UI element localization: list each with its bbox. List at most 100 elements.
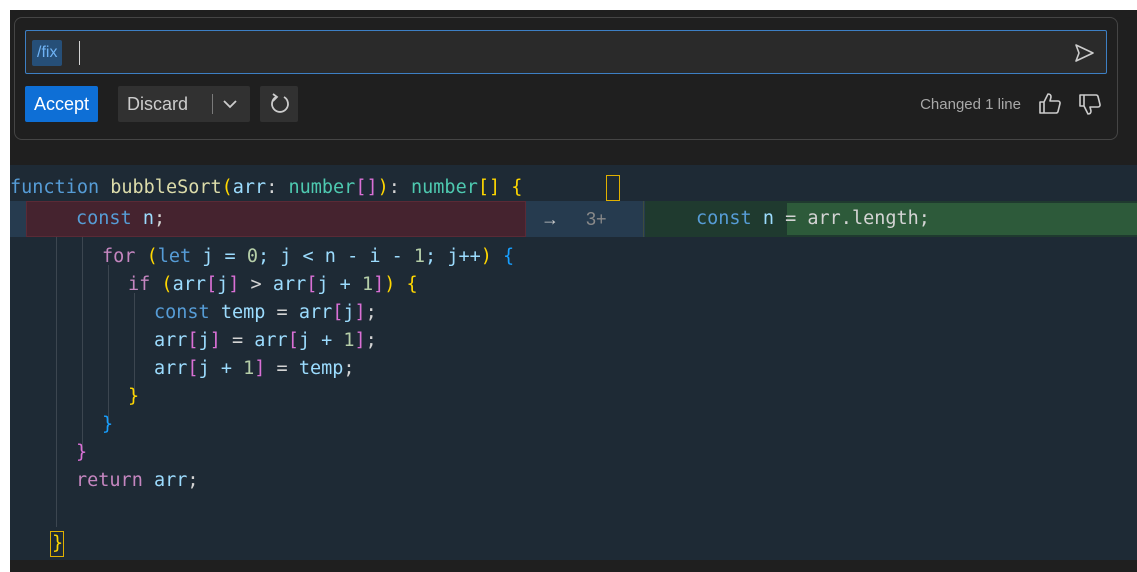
code-token: [ [306,274,318,295]
code-line: arr[j] = arr[j + 1]; [154,327,377,355]
code-token: { [406,274,418,295]
code-token: arr [153,470,188,491]
code-token: ; j++ [425,246,481,267]
code-token: ] [228,274,240,295]
code-token: } [52,533,64,554]
code-token: temp [298,358,344,379]
code-token: arr [272,274,307,295]
code-token: if [128,274,151,295]
code-token: ; [153,208,166,229]
code-token: ] [254,358,266,379]
code-token: { [511,177,523,198]
accept-button[interactable]: Accept [25,86,99,122]
code-token: = arr.length; [773,208,930,229]
code-token: ( [221,177,233,198]
code-line: } [102,411,113,439]
code-token: ] [354,330,366,351]
code-token: 1 [343,330,355,351]
code-token: : [266,177,289,198]
code-token: j + [298,330,344,351]
code-line: } [128,383,139,411]
code-token: j + [317,274,362,295]
discard-button[interactable]: Discard [127,86,188,122]
slash-command-chip[interactable]: /fix [32,40,63,66]
thumbs-down-icon[interactable] [1077,91,1103,117]
code-token: ; j < n - i - [257,246,414,267]
code-token: arr [154,330,188,351]
code-token: { [503,246,515,267]
code-token: bubbleSort [110,177,222,198]
code-token: for [102,246,136,267]
code-line: return arr; [76,467,199,495]
indent-guide [56,237,57,527]
code-token: [ [187,358,199,379]
code-line: } [52,530,63,558]
code-token: } [76,442,88,463]
code-token: const [696,208,752,229]
code-token: ) [480,246,492,267]
code-token: 1 [413,246,426,267]
code-token: ; [187,470,199,491]
code-token: } [102,414,114,435]
code-token: [ [187,330,199,351]
code-token: > [239,274,273,295]
code-token: [ [205,274,218,295]
code-line: function bubbleSort(arr: number[]): numb… [10,174,522,202]
code-token: j = [191,246,247,267]
code-token: 0 [246,246,258,267]
rerun-button[interactable] [260,86,298,122]
code-token: j [217,274,229,295]
indent-guide [108,265,109,427]
thumbs-up-icon[interactable] [1037,91,1063,117]
code-token: [] [355,177,378,198]
code-token: j + [198,358,244,379]
code-token: j [198,330,210,351]
code-token: number [288,177,356,198]
code-token: n [762,208,774,229]
code-token: return [76,470,143,491]
deleted-code-line: const n; [76,205,165,233]
code-token: [] [477,177,501,198]
code-token: ] [209,330,221,351]
chat-input[interactable]: /fix [25,30,1107,74]
change-status-text: Changed 1 line [920,96,1021,113]
code-token: n [142,208,154,229]
code-token: arr [232,177,267,198]
code-line: if (arr[j] > arr[j + 1]) { [128,271,418,299]
code-token: ; [365,330,377,351]
diff-line-number: 3+ [586,209,607,229]
code-token: arr [154,358,188,379]
code-line: } [76,439,87,467]
split-divider [212,94,213,114]
chevron-down-icon[interactable] [218,92,242,116]
inline-chat-widget: /fix Accept Discard Changed 1 line [14,17,1118,140]
code-editor[interactable]: function bubbleSort(arr: number[]): numb… [10,165,1137,560]
code-token: ; [343,358,355,379]
inserted-code-line: const n = arr.length; [696,205,930,233]
code-token: 1 [361,274,374,295]
code-token: temp [220,302,266,323]
text-caret [79,41,80,65]
code-token: ) [377,177,389,198]
code-token: : [388,177,412,198]
code-token: = [265,302,299,323]
code-token: [ [332,302,344,323]
code-token: arr [254,330,288,351]
discard-split-button[interactable]: Discard [118,86,250,122]
code-token: 1 [243,358,255,379]
code-token: ) [384,274,396,295]
refresh-icon [271,93,289,113]
code-token: ] [354,302,366,323]
code-token: ] [373,274,385,295]
code-line: arr[j + 1] = temp; [154,355,355,383]
diff-arrow: → [541,209,559,229]
code-token: arr [172,274,206,295]
code-line: const temp = arr[j]; [154,299,377,327]
code-token: = [265,358,299,379]
code-token: } [128,386,140,407]
send-icon[interactable] [1072,41,1096,65]
bracket-match-highlight [606,175,620,201]
code-token: ( [146,246,158,267]
code-token: arr [298,302,333,323]
